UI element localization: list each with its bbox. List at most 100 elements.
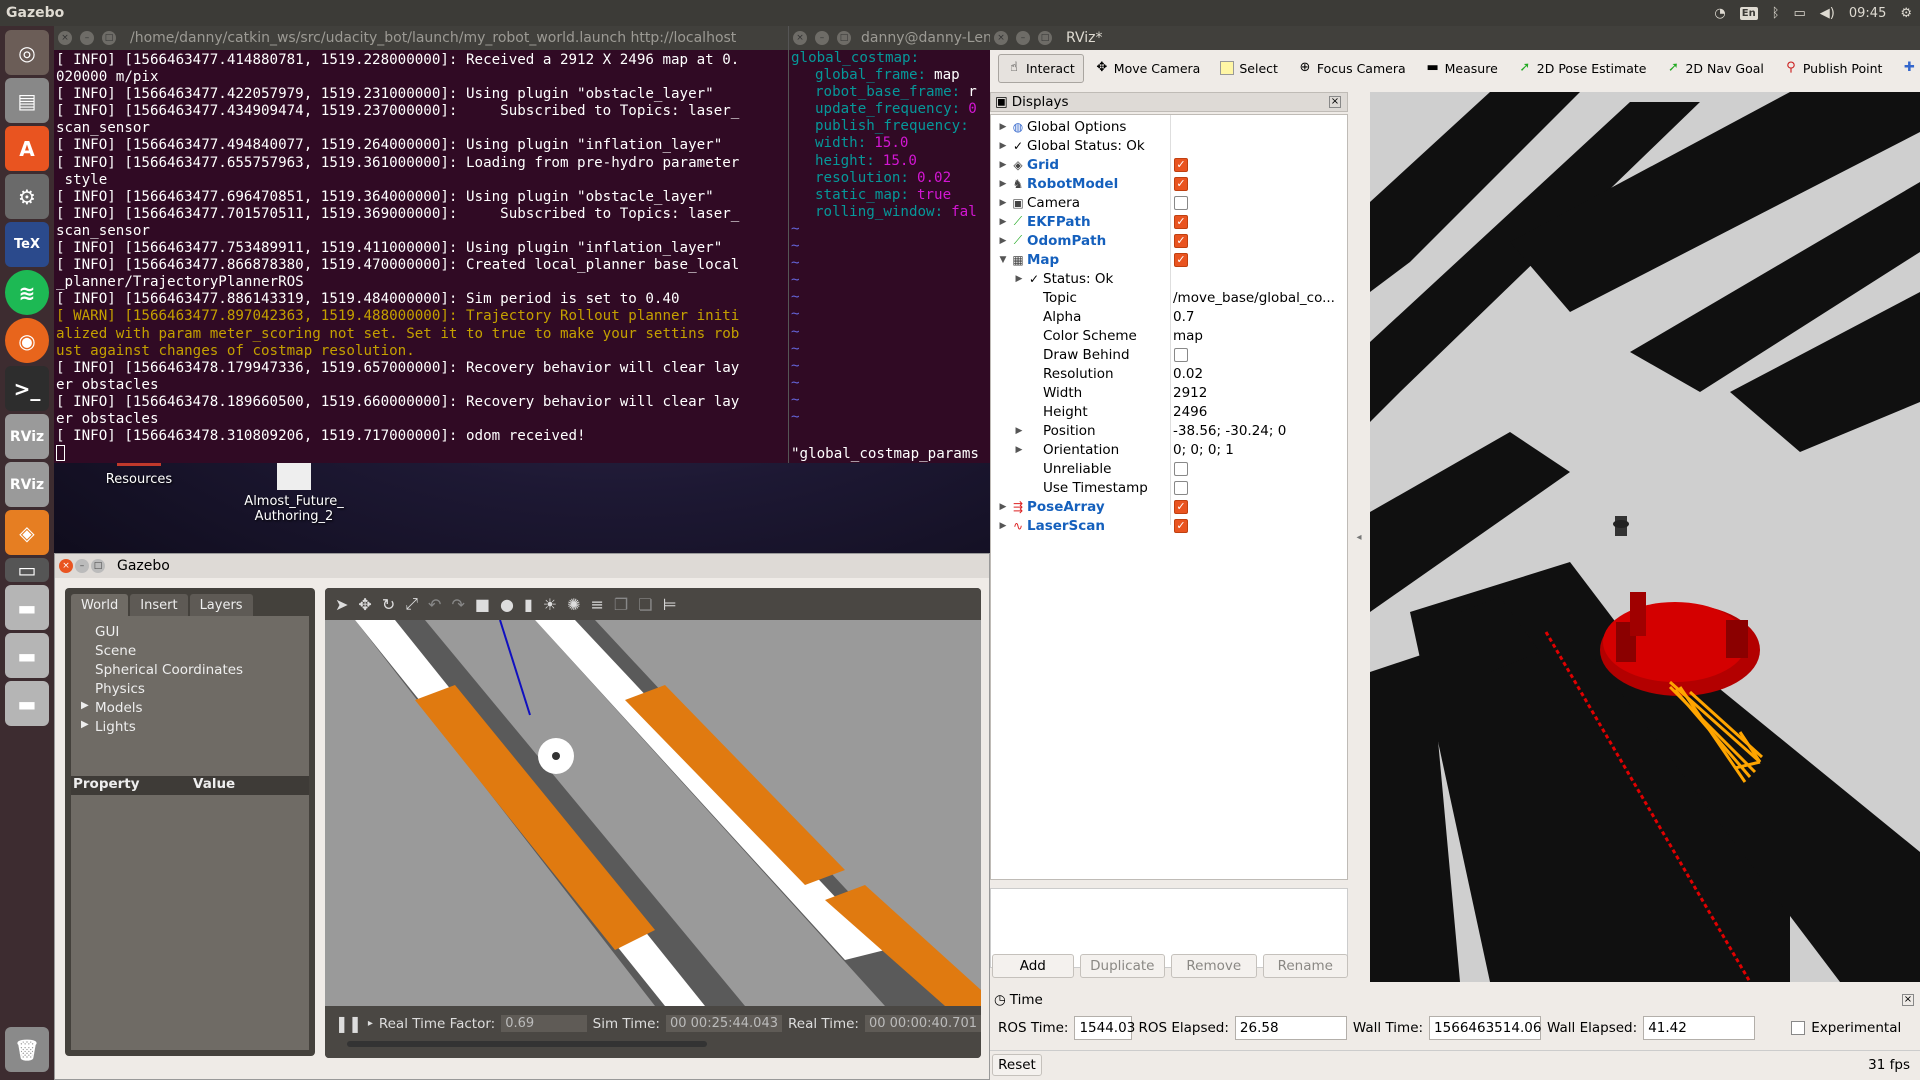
world-tree[interactable]: GUI Scene Spherical Coordinates Physics … — [71, 616, 309, 1050]
horizontal-scrollbar[interactable] — [347, 1041, 707, 1047]
drive-icon-2[interactable]: ▬ — [5, 633, 49, 678]
wifi-icon[interactable]: ◔ — [1714, 6, 1725, 21]
display-row[interactable]: ▶ ⟋ OdomPath ✓ — [991, 231, 1347, 250]
display-checkbox[interactable]: ✓ — [1174, 158, 1188, 172]
display-row[interactable]: ▶ ⇶ PoseArray ✓ — [991, 497, 1347, 516]
tree-item-models[interactable]: ▶ Models — [71, 700, 309, 719]
expand-right-icon[interactable]: ▶ — [997, 521, 1009, 531]
box-icon[interactable]: ■ — [475, 595, 490, 614]
gazebo-titlebar[interactable]: × – □ Gazebo — [55, 554, 989, 578]
terminal-window-vim[interactable]: × – □ danny@danny-Len global_costmap: gl… — [788, 26, 990, 463]
expand-right-icon[interactable]: ▶ — [997, 217, 1009, 227]
clock[interactable]: 09:45 — [1849, 6, 1886, 21]
tool-publish-point[interactable]: ⚲ Publish Point — [1775, 54, 1892, 83]
rviz-titlebar[interactable]: × – □ RViz* — [990, 26, 1920, 50]
display-row[interactable]: ▶ Orientation 0; 0; 0; 1 — [991, 440, 1347, 459]
display-checkbox[interactable]: ✓ — [1174, 500, 1188, 514]
display-value[interactable]: 0.7 — [1173, 309, 1194, 325]
cylinder-icon[interactable]: ▮ — [524, 595, 533, 614]
tool-move-camera[interactable]: ✥ Move Camera — [1086, 54, 1210, 83]
sphere-icon[interactable]: ● — [500, 595, 514, 614]
trash-icon[interactable]: 🗑 — [5, 1027, 49, 1072]
display-checkbox[interactable] — [1174, 348, 1188, 362]
display-checkbox[interactable]: ✓ — [1174, 519, 1188, 533]
spotify-icon[interactable]: ≋ — [5, 270, 49, 315]
battery-icon[interactable]: ▭ — [1794, 6, 1806, 21]
display-row[interactable]: Use Timestamp — [991, 478, 1347, 497]
close-icon[interactable]: × — [59, 559, 73, 573]
display-row[interactable]: ▶ Position -38.56; -30.24; 0 — [991, 421, 1347, 440]
display-checkbox[interactable] — [1174, 196, 1188, 210]
expand-down-icon[interactable]: ▼ — [997, 255, 1009, 265]
drive-icon-3[interactable]: ▬ — [5, 681, 49, 726]
display-value[interactable]: map — [1173, 328, 1203, 344]
reset-button[interactable]: Reset — [992, 1053, 1042, 1076]
tree-item-physics[interactable]: Physics — [71, 681, 309, 700]
expand-right-icon[interactable]: ▶ — [1013, 274, 1025, 284]
terminal-output[interactable]: [ INFO] [1566463477.414880781, 1519.2280… — [54, 50, 788, 445]
expand-right-icon[interactable]: ▶ — [997, 502, 1009, 512]
software-center-icon[interactable]: A — [5, 126, 49, 171]
desktop-icon-document[interactable]: Almost_Future_ Authoring_2 — [234, 462, 354, 524]
ros-time-field[interactable]: 1544.03 — [1074, 1016, 1135, 1040]
volume-icon[interactable]: ◀) — [1820, 6, 1835, 21]
workspace-switcher-icon[interactable]: ▭ — [5, 558, 49, 582]
rotate-icon[interactable]: ↻ — [382, 595, 395, 614]
display-checkbox[interactable]: ✓ — [1174, 177, 1188, 191]
minimize-icon[interactable]: – — [75, 559, 89, 573]
display-row[interactable]: Draw Behind — [991, 345, 1347, 364]
add-button[interactable]: Add — [992, 954, 1074, 978]
tab-layers[interactable]: Layers — [189, 594, 253, 617]
tree-item-lights[interactable]: ▶ Lights — [71, 719, 309, 738]
redo-icon[interactable]: ↷ — [451, 595, 464, 614]
expand-right-icon[interactable]: ▶ — [1013, 426, 1025, 436]
bluetooth-icon[interactable]: ᛒ — [1772, 6, 1780, 21]
translate-icon[interactable]: ✥ — [358, 595, 371, 614]
tab-world[interactable]: World — [71, 594, 129, 617]
ubuntu-dash-icon[interactable]: ◎ — [5, 30, 49, 75]
display-value[interactable]: /move_base/global_co... — [1173, 290, 1335, 306]
expand-arrow-icon[interactable]: ▶ — [81, 719, 89, 730]
close-icon[interactable]: × — [1902, 994, 1914, 1006]
display-row[interactable]: Width 2912 — [991, 383, 1347, 402]
tool-measure[interactable]: ▬ Measure — [1417, 54, 1507, 83]
maximize-icon[interactable]: □ — [91, 559, 105, 573]
display-row[interactable]: ▶ ♞ RobotModel ✓ — [991, 174, 1347, 193]
ros-elapsed-field[interactable]: 26.58 — [1234, 1016, 1347, 1040]
display-row[interactable]: ▶ ✓ Status: Ok — [991, 269, 1347, 288]
expand-right-icon[interactable]: ▶ — [997, 179, 1009, 189]
rviz-icon[interactable]: RViz — [5, 414, 49, 459]
display-row[interactable]: ▼ ▦ Map ✓ — [991, 250, 1347, 269]
gazebo-icon[interactable]: ◈ — [5, 510, 49, 555]
remove-button[interactable]: Remove — [1171, 954, 1257, 978]
display-row[interactable]: ▶ ⟋ EKFPath ✓ — [991, 212, 1347, 231]
display-checkbox[interactable]: ✓ — [1174, 253, 1188, 267]
display-row[interactable]: Unreliable — [991, 459, 1347, 478]
displays-tree[interactable]: ▶ ◍ Global Options ▶ ✓ Global Status: Ok ▶ ◈ Gri… — [990, 114, 1348, 880]
settings-icon[interactable]: ⚙ — [5, 174, 49, 219]
undo-icon[interactable]: ↶ — [428, 595, 441, 614]
select-mode-icon[interactable]: ➤ — [335, 595, 348, 614]
close-icon[interactable]: × — [994, 31, 1008, 45]
copy-icon[interactable]: ❐ — [614, 595, 628, 614]
terminal-titlebar[interactable]: × – □ /home/danny/catkin_ws/src/udacity_… — [54, 26, 788, 50]
tab-insert[interactable]: Insert — [130, 594, 188, 617]
display-row[interactable]: Color Scheme map — [991, 326, 1347, 345]
display-value[interactable]: 0.02 — [1173, 366, 1203, 382]
point-light-icon[interactable]: ☀ — [543, 595, 557, 614]
tool-interact[interactable]: ☝ Interact — [998, 53, 1084, 83]
tool-2d-pose-estimate[interactable]: ➚ 2D Pose Estimate — [1509, 54, 1656, 83]
close-icon[interactable]: × — [58, 31, 72, 45]
display-row[interactable]: ▶ ◍ Global Options — [991, 117, 1347, 136]
terminal-titlebar[interactable]: × – □ danny@danny-Len — [789, 26, 990, 50]
display-row[interactable]: Resolution 0.02 — [991, 364, 1347, 383]
minimize-icon[interactable]: – — [1016, 31, 1030, 45]
expand-arrow-icon[interactable]: ▶ — [81, 700, 89, 711]
expand-right-icon[interactable]: ▶ — [997, 236, 1009, 246]
maximize-icon[interactable]: □ — [837, 31, 851, 45]
directional-light-icon[interactable]: ≡ — [591, 595, 604, 614]
wall-time-field[interactable]: 1566463514.06 — [1429, 1016, 1541, 1040]
keyboard-layout-indicator[interactable]: En — [1739, 6, 1758, 20]
display-row[interactable]: ▶ ∿ LaserScan ✓ — [991, 516, 1347, 535]
display-row[interactable]: Alpha 0.7 — [991, 307, 1347, 326]
